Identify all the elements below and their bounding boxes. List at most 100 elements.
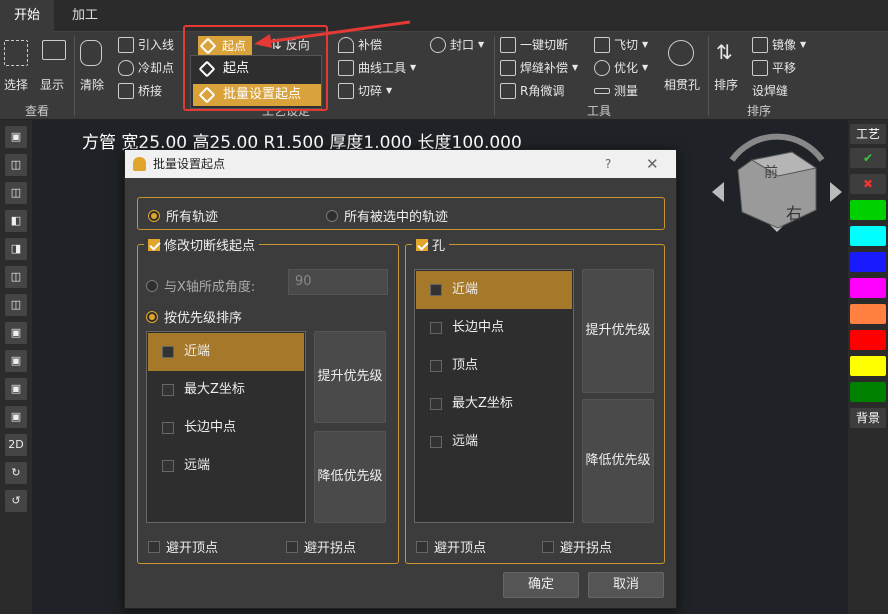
close-button[interactable]: ✕	[646, 150, 659, 178]
chevron-down-icon: ▼	[642, 40, 649, 49]
list-item[interactable]: 近端	[416, 271, 572, 309]
display-label[interactable]: 显示	[40, 76, 64, 93]
list-item-label: 近端	[452, 282, 479, 297]
translate-button[interactable]: 平移	[752, 59, 796, 76]
annotation-arrow	[254, 20, 411, 48]
layer-color-7[interactable]	[850, 356, 886, 376]
list-item[interactable]: 近端	[148, 333, 304, 371]
view-cube-graphic	[712, 133, 842, 232]
cube-view-icon[interactable]: ▣	[5, 126, 27, 148]
cut-raise-priority-button[interactable]: 提升优先级	[314, 331, 386, 423]
checkbox-icon	[430, 322, 442, 334]
list-item-label: 远端	[452, 434, 479, 449]
select-button[interactable]	[4, 40, 28, 66]
ribbon: 选择 显示 查看 清除 引入线 冷却点 桥接 起点 ⇅ 反向 补偿 曲线工具 ▼ 切…	[0, 32, 888, 120]
ok-button[interactable]: 确定	[503, 572, 579, 598]
list-item[interactable]: 最大Z坐标	[416, 385, 572, 423]
help-button[interactable]: ?	[605, 150, 611, 178]
scope-all-radio[interactable]: 所有轨迹	[148, 206, 218, 225]
list-item[interactable]: 长边中点	[416, 309, 572, 347]
weld-comp-button[interactable]: 焊缝补偿 ▼	[500, 59, 578, 76]
background-button[interactable]: 背景	[850, 408, 886, 428]
back-view-icon[interactable]: ◫	[5, 182, 27, 204]
one-key-cut-button[interactable]: 一键切断	[500, 36, 568, 53]
through-hole-label[interactable]: 相贯孔	[664, 76, 700, 93]
front-view-icon[interactable]: ◫	[5, 154, 27, 176]
close-icon[interactable]: ✖	[850, 174, 886, 194]
clear-label[interactable]: 清除	[80, 76, 104, 93]
curve-tool-button[interactable]: 曲线工具 ▼	[338, 59, 416, 76]
layer-color-1[interactable]	[850, 200, 886, 220]
hole-lower-priority-button[interactable]: 降低优先级	[582, 399, 654, 523]
hole-avoid-vertex-checkbox[interactable]: 避开顶点	[416, 537, 486, 556]
dialog-title-bar[interactable]: 批量设置起点 ? ✕	[125, 150, 676, 178]
priority-radio[interactable]: 按优先级排序	[146, 307, 242, 326]
layer-color-6[interactable]	[850, 330, 886, 350]
layer-color-5[interactable]	[850, 304, 886, 324]
layer-color-8[interactable]	[850, 382, 886, 402]
seal-button[interactable]: 封口 ▼	[430, 36, 484, 53]
r-fine-button[interactable]: R角微调	[500, 82, 564, 99]
tab-process[interactable]: 加工	[58, 0, 112, 32]
angle-radio[interactable]: 与X轴所成角度:	[146, 276, 255, 295]
lead-in-label: 引入线	[138, 38, 175, 52]
divider	[708, 36, 709, 116]
bridge-button[interactable]: 桥接	[118, 82, 162, 99]
sort-label[interactable]: 排序	[714, 76, 738, 93]
layer-color-4[interactable]	[850, 278, 886, 298]
rotate-ccw-icon[interactable]: ↺	[5, 490, 27, 512]
cut-lower-priority-button[interactable]: 降低优先级	[314, 431, 386, 523]
bridge-label: 桥接	[138, 84, 163, 98]
shatter-button[interactable]: 切碎 ▼	[338, 82, 392, 99]
list-item[interactable]: 长边中点	[148, 409, 304, 447]
right-view-icon[interactable]: ◨	[5, 238, 27, 260]
scope-selected-radio[interactable]: 所有被选中的轨迹	[326, 206, 448, 225]
cut-avoid-vertex-checkbox[interactable]: 避开顶点	[148, 537, 218, 556]
cut-avoid-corner-checkbox[interactable]: 避开拐点	[286, 537, 356, 556]
optimize-icon	[594, 59, 610, 76]
layer-color-3[interactable]	[850, 252, 886, 272]
cut-icon	[500, 36, 516, 53]
cooling-label: 冷却点	[138, 61, 175, 75]
layer-color-2[interactable]	[850, 226, 886, 246]
optimize-label: 优化	[614, 61, 639, 75]
pipe-icon	[668, 40, 694, 66]
left-view-icon[interactable]: ◧	[5, 210, 27, 232]
sort-button[interactable]: ⇅	[716, 40, 733, 64]
cut-section-checkbox[interactable]: 修改切断线起点	[144, 235, 260, 254]
list-item-label: 顶点	[452, 358, 479, 373]
hole-raise-priority-button[interactable]: 提升优先级	[582, 269, 654, 393]
measure-button[interactable]: 测量	[594, 82, 638, 99]
display-button[interactable]	[42, 40, 66, 60]
craft-button[interactable]: 工艺	[850, 124, 886, 144]
angle-input[interactable]: 90	[288, 269, 388, 295]
select-label[interactable]: 选择	[4, 76, 28, 93]
list-item[interactable]: 远端	[148, 447, 304, 485]
list-item[interactable]: 最大Z坐标	[148, 371, 304, 409]
tab-start[interactable]: 开始	[0, 0, 55, 32]
lead-in-button[interactable]: 引入线	[118, 36, 174, 53]
avoid-corner-label: 避开拐点	[304, 541, 357, 556]
mirror-button[interactable]: 镜像 ▼	[752, 36, 806, 53]
iso-view-icon[interactable]: ▣	[5, 322, 27, 344]
check-icon[interactable]: ✔	[850, 148, 886, 168]
top-view-icon[interactable]: ◫	[5, 266, 27, 288]
set-weld-button[interactable]: 设焊缝	[752, 82, 788, 99]
iso-view-2-icon[interactable]: ▣	[5, 350, 27, 372]
cooling-button[interactable]: 冷却点	[118, 59, 174, 76]
rotate-cw-icon[interactable]: ↻	[5, 462, 27, 484]
optimize-button[interactable]: 优化 ▼	[594, 59, 648, 76]
2d-view-button[interactable]: 2D	[5, 434, 27, 456]
through-hole-button[interactable]	[668, 40, 694, 66]
cancel-button[interactable]: 取消	[588, 572, 664, 598]
view-cube[interactable]: 前 右	[712, 130, 842, 240]
clear-button[interactable]	[80, 40, 102, 66]
fly-cut-button[interactable]: 飞切 ▼	[594, 36, 648, 53]
iso-view-3-icon[interactable]: ▣	[5, 378, 27, 400]
hole-section-checkbox[interactable]: 孔	[412, 235, 450, 254]
iso-view-4-icon[interactable]: ▣	[5, 406, 27, 428]
hole-avoid-corner-checkbox[interactable]: 避开拐点	[542, 537, 612, 556]
list-item[interactable]: 顶点	[416, 347, 572, 385]
list-item[interactable]: 远端	[416, 423, 572, 461]
bottom-view-icon[interactable]: ◫	[5, 294, 27, 316]
